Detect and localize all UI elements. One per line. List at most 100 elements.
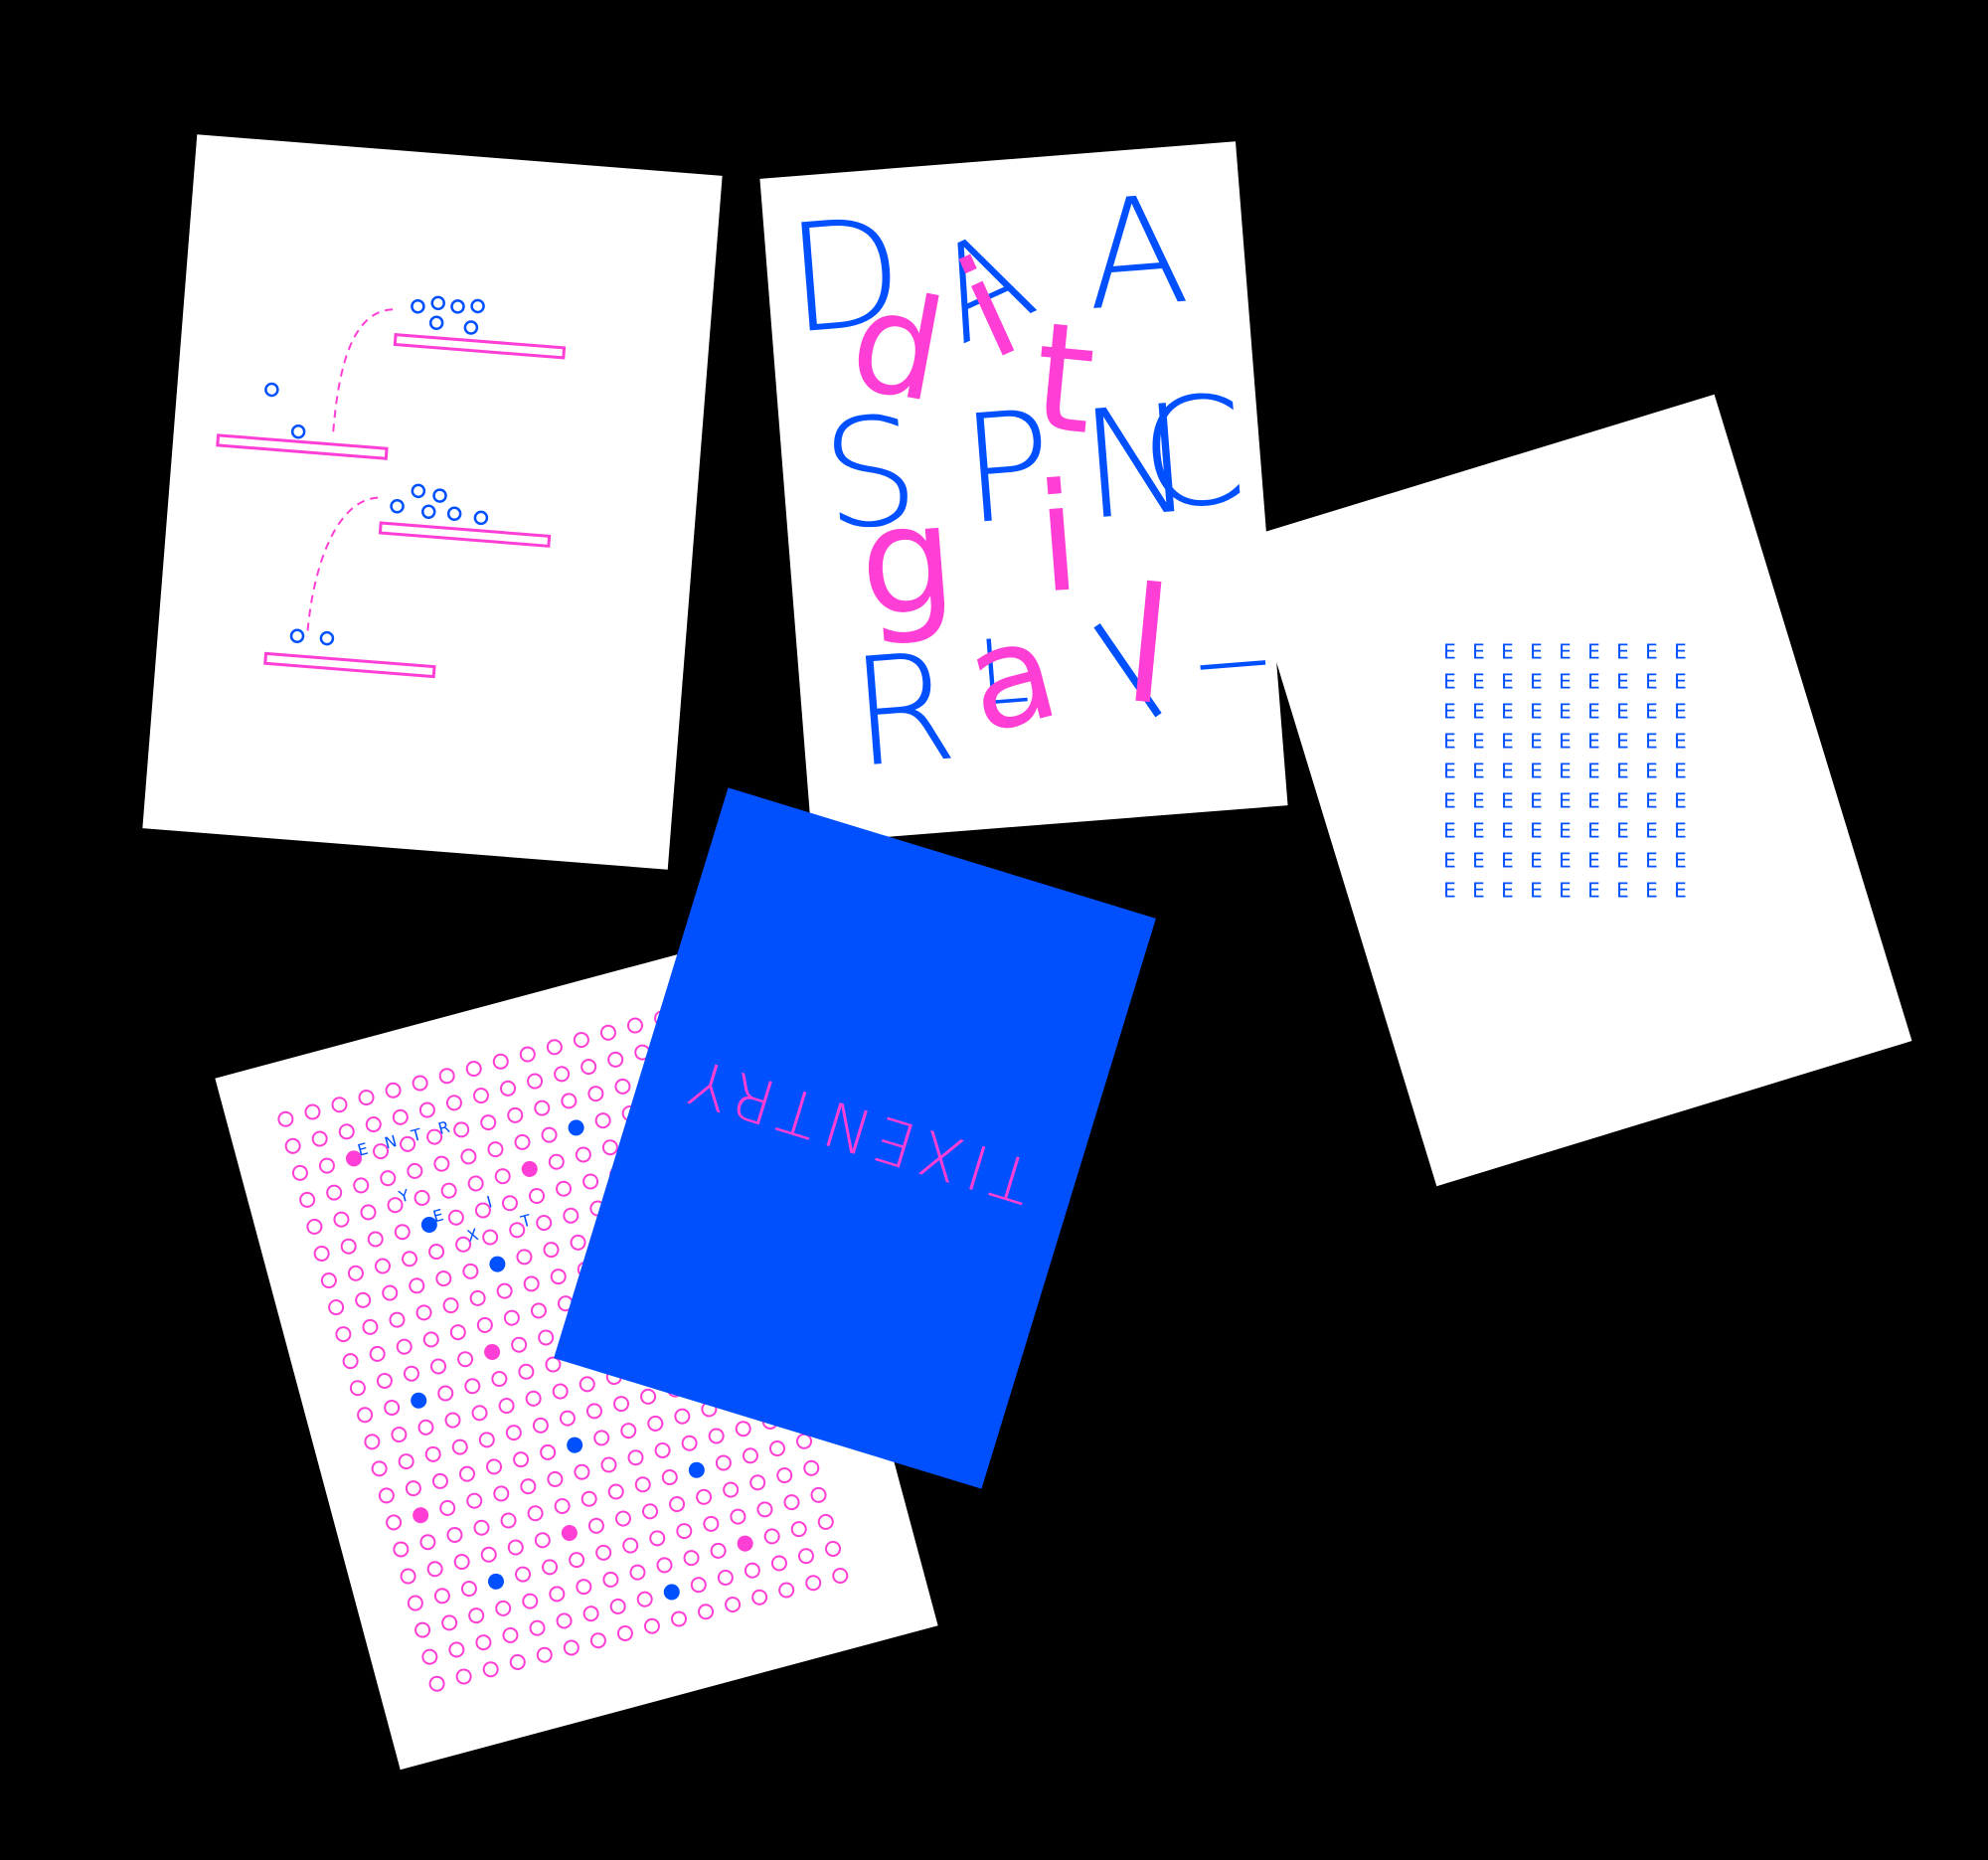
dot-ring [767, 1438, 787, 1458]
dot-ring [428, 1356, 448, 1377]
dot-ring [584, 1401, 604, 1422]
dot-ring [803, 1573, 824, 1594]
dot-ring [638, 1387, 658, 1407]
dot-ring [422, 1444, 443, 1464]
dot-ring [353, 1290, 373, 1310]
dot-ring [373, 1256, 393, 1276]
dot-ring [574, 1577, 594, 1597]
dot-ring [534, 1213, 555, 1233]
dot-ring [465, 1173, 486, 1194]
e-letter: E [1674, 639, 1687, 664]
dot-ring [475, 1315, 495, 1335]
e-letter: E [1443, 759, 1456, 783]
e-letter: E [1443, 699, 1456, 724]
dot-ring [455, 1349, 475, 1370]
e-letter: E [1530, 639, 1543, 664]
e-letter: E [1674, 818, 1687, 843]
dot-ring [480, 1659, 501, 1680]
dot-filled-pink [411, 1505, 430, 1525]
dot-ring [311, 1244, 332, 1264]
dot-ring [612, 1077, 633, 1097]
e-letter: E [1616, 699, 1629, 724]
dot-ring [402, 1363, 421, 1384]
letter-A2: I [1177, 647, 1284, 683]
dot-ring [552, 1064, 572, 1085]
dot-ring [375, 1371, 395, 1391]
dot-ring [484, 1456, 504, 1477]
dot-ring [478, 1544, 499, 1565]
dot-ring [469, 1403, 490, 1424]
dot-ring [494, 1280, 515, 1301]
dot-ring [490, 1051, 511, 1072]
dot-ring [579, 1488, 599, 1509]
dot-ring [615, 1623, 635, 1643]
dot-ring [538, 1442, 558, 1462]
e-letter: E [1587, 639, 1600, 664]
dot-ring [607, 1597, 628, 1616]
e-letter: E [1616, 729, 1629, 754]
dot-filled-blue [566, 1117, 586, 1138]
dot-ring [405, 1161, 425, 1181]
dot-ring [362, 1432, 383, 1452]
dot-ring [749, 1587, 769, 1607]
dot-filled-blue [661, 1582, 682, 1603]
dot-ring [545, 1469, 566, 1489]
dot-ring [591, 1428, 612, 1448]
dot-ring [741, 1445, 760, 1466]
dot-ring [598, 1022, 618, 1043]
dot-ring [417, 1532, 438, 1553]
e-letter: E [1501, 669, 1514, 694]
dot-ring [632, 1474, 653, 1495]
e-letter: E [1472, 818, 1485, 843]
dot-ring [500, 1193, 520, 1214]
dot-ring [398, 1566, 418, 1587]
dot-ring [331, 1209, 352, 1230]
dot-ring [507, 1652, 528, 1672]
dot-ring [404, 1478, 423, 1498]
dot-ring [471, 1517, 492, 1538]
e-letter: E [1472, 759, 1485, 783]
dot-ring [473, 1632, 494, 1652]
dot-filled-blue [565, 1435, 584, 1455]
dot-ring [674, 1521, 695, 1541]
dot-ring [471, 1086, 491, 1105]
dot-ring [504, 1423, 524, 1442]
dot-ring [436, 1066, 457, 1087]
dot-ring [459, 1579, 479, 1599]
dot-ring [536, 1327, 556, 1348]
dot-ring [392, 1222, 413, 1243]
dot-ring [788, 1519, 809, 1539]
dot-ring [438, 1180, 459, 1201]
dot-ring [389, 1425, 410, 1444]
e-letter: E [1559, 818, 1572, 843]
dot-ring [550, 1381, 571, 1402]
dot-ring [754, 1499, 775, 1520]
dot-ring [539, 1124, 560, 1145]
dot-ring [491, 1483, 512, 1504]
e-letter: E [1587, 848, 1600, 873]
dot-ring [723, 1595, 743, 1614]
dot-ring [426, 1242, 446, 1262]
dot-ring [552, 1496, 573, 1516]
dot-ring [541, 1240, 562, 1260]
dot-ring [458, 1146, 479, 1167]
dot-ring [446, 1207, 466, 1228]
trajectory [332, 308, 394, 435]
mirror-text: TIXENTRY [674, 1042, 1041, 1218]
dot-ring [781, 1492, 802, 1512]
dot-ring [667, 1494, 687, 1514]
e-letter: E [1645, 788, 1658, 813]
dot-ring [444, 1525, 465, 1545]
e-letter: E [1645, 848, 1658, 873]
dot-ring [516, 1361, 537, 1382]
dot-ring [387, 1309, 408, 1330]
dot-ring [340, 1351, 361, 1371]
dot-ring [297, 1190, 317, 1210]
dot-ring [761, 1526, 782, 1547]
dot-ring [333, 1324, 354, 1344]
dot-ring [356, 1088, 377, 1107]
e-letter: E [1559, 729, 1572, 754]
dot-ring [396, 1451, 416, 1471]
dot-ring [304, 1217, 325, 1237]
dots-bars-graphic [216, 295, 567, 679]
